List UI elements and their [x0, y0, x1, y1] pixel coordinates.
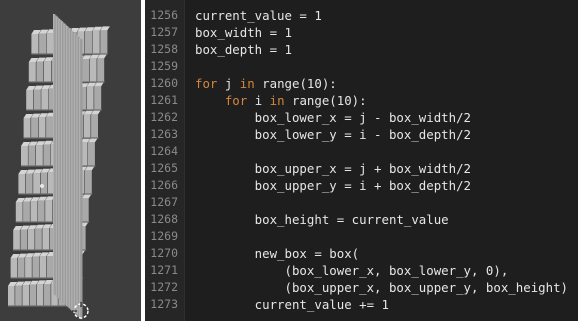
line-number: 1265 — [150, 161, 178, 175]
code-line[interactable]: 1259 — [145, 58, 578, 75]
code-line[interactable]: 1264 — [145, 143, 578, 160]
code-token: (box_lower_x, box_lower_y, 0), — [195, 263, 509, 278]
code-line[interactable]: 1265 box_upper_x = j + box_width/2 — [145, 160, 578, 177]
code-line[interactable]: 1273 current_value += 1 — [145, 296, 578, 313]
code-token: new_box = box( — [195, 246, 360, 261]
line-number: 1262 — [150, 110, 178, 124]
line-number: 1264 — [150, 144, 178, 158]
line-number: 1261 — [150, 93, 178, 107]
code-token: (box_upper_x, box_upper_y, box_height) — [195, 280, 568, 295]
line-number: 1269 — [150, 229, 178, 243]
code-text: current_value += 1 — [195, 296, 389, 313]
code-token: i — [247, 93, 270, 108]
code-line[interactable]: 1271 (box_lower_x, box_lower_y, 0), — [145, 262, 578, 279]
line-number: 1270 — [150, 246, 178, 260]
code-text: box_lower_y = i - box_depth/2 — [195, 126, 471, 143]
code-text: box_lower_x = j - box_width/2 — [195, 109, 471, 126]
code-text: current_value = 1 — [195, 7, 322, 24]
keyword-token: in — [239, 76, 255, 91]
code-editor[interactable]: 1256 current_value = 1 1257 box_width = 1 12… — [145, 0, 578, 321]
code-text: box_upper_y = i + box_depth/2 — [195, 177, 471, 194]
code-text: for j in range(10): — [195, 75, 337, 92]
line-number: 1259 — [150, 59, 178, 73]
code-line[interactable]: 1257 box_width = 1 — [145, 24, 578, 41]
line-number: 1272 — [150, 280, 178, 294]
code-token: range(10): — [284, 93, 367, 108]
code-token: box_lower_x = j - box_width/2 — [195, 110, 472, 125]
code-text: box_height = current_value — [195, 211, 449, 228]
code-line[interactable]: 1269 — [145, 228, 578, 245]
line-number: 1258 — [150, 42, 178, 56]
origin-dot — [40, 184, 44, 188]
code-line[interactable]: 1267 — [145, 194, 578, 211]
code-line[interactable]: 1266 box_upper_y = i + box_depth/2 — [145, 177, 578, 194]
code-text: (box_upper_x, box_upper_y, box_height) — [195, 279, 568, 296]
code-line[interactable]: 1260 for j in range(10): — [145, 75, 578, 92]
code-token: j — [217, 76, 240, 91]
line-number: 1263 — [150, 127, 178, 141]
keyword-token: for — [195, 76, 218, 91]
code-line[interactable]: 1270 new_box = box( — [145, 245, 578, 262]
code-token: range(10): — [254, 76, 337, 91]
code-text: box_upper_x = j + box_width/2 — [195, 160, 471, 177]
line-number: 1260 — [150, 76, 178, 90]
keyword-token: for — [224, 93, 248, 108]
code-token: box_height = current_value — [195, 212, 449, 227]
code-line[interactable]: 1256 current_value = 1 — [145, 7, 578, 24]
line-number: 1266 — [150, 178, 178, 192]
code-token: box_width = 1 — [195, 25, 292, 40]
code-line[interactable]: 1258 box_depth = 1 — [145, 41, 578, 58]
code-token: box_upper_y = i + box_depth/2 — [195, 178, 472, 193]
code-line[interactable]: 1268 box_height = current_value — [145, 211, 578, 228]
line-number: 1271 — [150, 263, 178, 277]
code-line[interactable]: 1261 for i in range(10): — [145, 92, 578, 109]
code-token: box_upper_x = j + box_width/2 — [195, 161, 472, 176]
code-token: current_value = 1 — [195, 8, 322, 23]
code-token: box_depth = 1 — [195, 42, 292, 57]
line-number: 1268 — [150, 212, 178, 226]
code-line[interactable]: 1263 box_lower_y = i - box_depth/2 — [145, 126, 578, 143]
line-number: 1273 — [150, 297, 178, 311]
keyword-token: in — [269, 93, 285, 108]
code-line[interactable]: 1272 (box_upper_x, box_upper_y, box_heig… — [145, 279, 578, 296]
line-number: 1267 — [150, 195, 178, 209]
line-number: 1257 — [150, 25, 178, 39]
code-token: current_value += 1 — [195, 297, 389, 312]
code-token: box_lower_y = i - box_depth/2 — [195, 127, 472, 142]
box-grid-render — [0, 0, 141, 321]
code-text: new_box = box( — [195, 245, 359, 262]
line-number: 1256 — [150, 8, 178, 22]
code-text: box_width = 1 — [195, 24, 292, 41]
code-text: box_depth = 1 — [195, 41, 292, 58]
code-text: (box_lower_x, box_lower_y, 0), — [195, 262, 509, 279]
box-mesh — [80, 39, 83, 320]
code-text: for i in range(10): — [195, 92, 367, 109]
3d-viewport[interactable] — [0, 0, 141, 321]
code-line[interactable]: 1262 box_lower_x = j - box_width/2 — [145, 109, 578, 126]
